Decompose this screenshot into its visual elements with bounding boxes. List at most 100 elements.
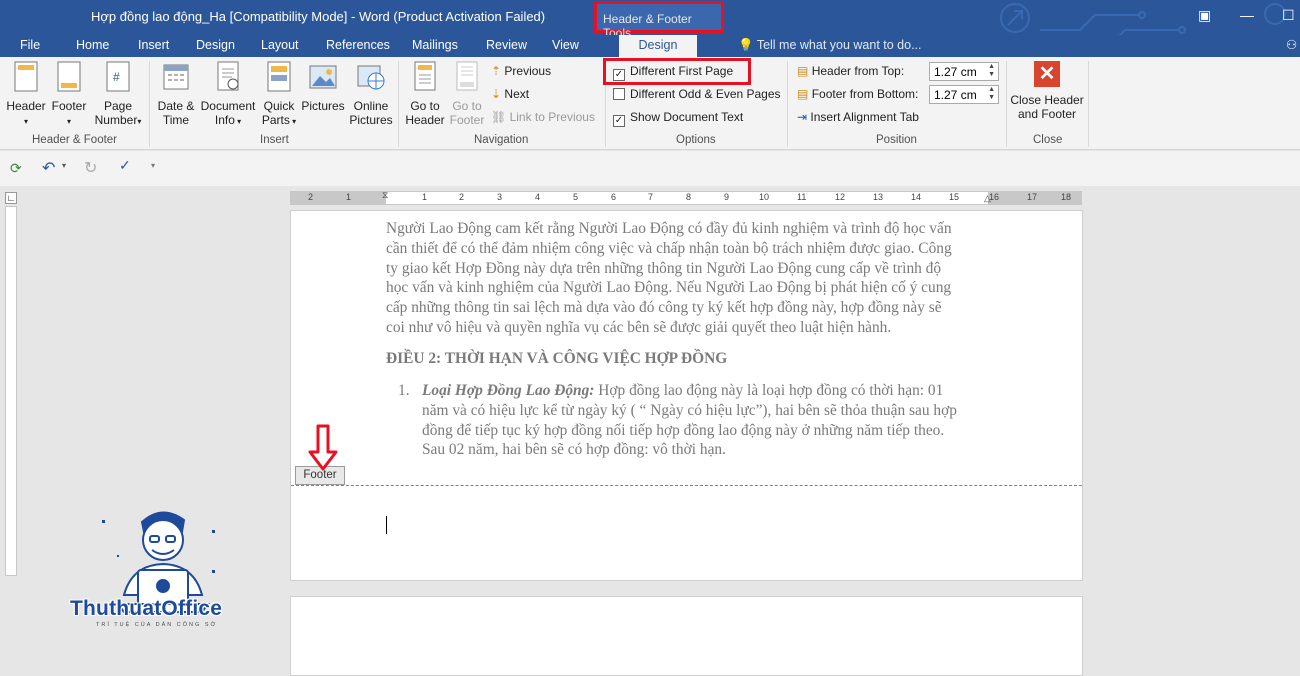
date-time-button[interactable]: Date & Time: [154, 61, 198, 127]
customize-qat-icon[interactable]: ▾: [151, 161, 155, 170]
quick-parts-button[interactable]: Quick Parts ▾: [259, 61, 299, 127]
section-heading: ĐIỀU 2: THỜI HẠN VÀ CÔNG VIỆC HỢP ĐỒNG: [386, 350, 728, 367]
picture-icon: [309, 65, 337, 89]
ruler-tick: 8: [686, 192, 692, 202]
text-line: ty giao kết Hợp Đồng này dựa trên những …: [386, 259, 942, 277]
ruler-tick: 1: [422, 192, 428, 202]
link-icon: ⛓: [491, 110, 507, 124]
redo-icon[interactable]: ↻: [84, 158, 97, 178]
text-line: Sau 02 năm, hai bên sẽ có hợp đồng: vô t…: [422, 441, 726, 459]
text-line: học vấn và kinh nghiệm của Người Lao Độn…: [386, 279, 952, 297]
goto-footer-icon: [456, 61, 478, 91]
show-document-text-checkbox[interactable]: ✓ Show Document Text: [613, 110, 743, 127]
text-line: cấp những thông tin sai lệch mà dựa vào …: [386, 299, 942, 317]
next-button[interactable]: ⇣ Next: [491, 87, 529, 101]
ribbon-tabs: File Home Insert Design Layout Reference…: [0, 35, 1300, 57]
page-number-icon: #: [106, 61, 130, 92]
goto-header-icon: [414, 61, 436, 91]
document-info-button[interactable]: Document Info ▾: [199, 61, 257, 127]
header-button[interactable]: Header ▾: [5, 61, 47, 127]
different-odd-even-checkbox[interactable]: Different Odd & Even Pages: [613, 87, 781, 101]
tab-selector-icon[interactable]: ∟: [5, 192, 17, 204]
tab-design-active[interactable]: Design: [619, 35, 697, 57]
vertical-ruler[interactable]: [5, 206, 17, 576]
ruler-tick: 18: [1061, 192, 1072, 202]
goto-header-button[interactable]: Go to Header: [403, 61, 447, 127]
right-indent-marker-icon[interactable]: △: [984, 193, 991, 204]
header-footer-tools-context: Header & Footer Tools: [594, 1, 724, 40]
horizontal-ruler[interactable]: 2 1 1 2 3 4 5 6 7 8 9 10 11 12 13 14 15 …: [290, 190, 1082, 205]
group-label-insert: Insert: [260, 134, 289, 146]
header-from-top-spinner[interactable]: 1.27 cm ▲ ▼: [929, 62, 999, 81]
quick-parts-icon: [267, 61, 291, 92]
text-line: Người Lao Động cam kết rằng Người Lao Độ…: [386, 220, 952, 237]
separator: [787, 61, 788, 147]
red-arrow-annotation-icon: [308, 424, 338, 471]
share-icon[interactable]: ⚇: [1286, 37, 1297, 52]
tab-layout[interactable]: Layout: [261, 38, 299, 52]
tab-view[interactable]: View: [552, 38, 579, 52]
online-pictures-button[interactable]: Online Pictures: [348, 61, 394, 127]
ruler-tick: 9: [724, 192, 730, 202]
quick-access-toolbar: ⟳ ↶ ▾ ↻ ✓ ▾: [0, 151, 1300, 186]
page-number-button[interactable]: # Page Number▾: [91, 61, 145, 127]
calendar-icon: [163, 64, 189, 90]
tab-mailings[interactable]: Mailings: [412, 38, 458, 52]
close-header-footer-button[interactable]: ✕ Close Header and Footer: [1009, 61, 1085, 121]
svg-text:#: #: [113, 70, 120, 84]
restore-ribbon-icon[interactable]: ▣: [1198, 7, 1211, 24]
ruler-tick: 5: [573, 192, 579, 202]
tab-file[interactable]: File: [20, 38, 40, 52]
tab-insert[interactable]: Insert: [138, 38, 169, 52]
checkbox-unchecked-icon: [613, 88, 625, 100]
footer-from-bottom-label: ▤ Footer from Bottom:: [797, 87, 919, 101]
tab-references[interactable]: References: [326, 38, 390, 52]
text-line: cần thiết để có thể đảm nhiệm công việc …: [386, 239, 952, 257]
save-icon[interactable]: ⟳: [10, 160, 22, 177]
group-label-position: Position: [876, 134, 917, 146]
previous-icon: ⇡: [491, 64, 502, 78]
tell-me-search[interactable]: 💡 Tell me what you want to do...: [738, 38, 922, 53]
footer-button[interactable]: Footer ▾: [49, 61, 89, 127]
maximize-icon[interactable]: ☐: [1282, 7, 1295, 24]
group-label-close: Close: [1033, 134, 1063, 146]
text-line: năm và có hiệu lực kể từ ngày ký ( “ Ngà…: [422, 401, 957, 419]
brand-tagline: TRÍ TUỆ CỦA DÂN CÔNG SỞ: [96, 622, 218, 628]
spinner-arrows-icon[interactable]: ▲ ▼: [988, 86, 995, 102]
body-paragraph: Người Lao Động cam kết rằng Người Lao Độ…: [386, 219, 989, 338]
insert-alignment-tab-button[interactable]: ⇥ Insert Alignment Tab: [797, 110, 919, 124]
close-icon: ✕: [1034, 61, 1060, 87]
ruler-tick: 15: [949, 192, 960, 202]
pictures-button[interactable]: Pictures: [300, 61, 346, 113]
list-number: 1.: [398, 382, 410, 399]
undo-dropdown-icon[interactable]: ▾: [62, 161, 66, 170]
separator: [149, 61, 150, 147]
footer-from-bottom-spinner[interactable]: 1.27 cm ▲ ▼: [929, 85, 999, 104]
ruler-tick: 3: [497, 192, 503, 202]
spelling-icon[interactable]: ✓: [119, 157, 131, 174]
brand-name: ThuthuatOffice: [70, 597, 223, 620]
undo-icon[interactable]: ↶: [42, 158, 55, 178]
ruler-tick: 13: [873, 192, 884, 202]
previous-button[interactable]: ⇡ Previous: [491, 64, 551, 78]
indent-marker-icon[interactable]: ⧖: [382, 190, 388, 201]
text-line: Hợp đồng lao động này là loại hợp đồng c…: [594, 382, 944, 399]
goto-footer-button[interactable]: Go to Footer: [447, 61, 487, 127]
link-to-previous-button[interactable]: ⛓ Link to Previous: [491, 110, 595, 124]
spinner-arrows-icon[interactable]: ▲ ▼: [988, 63, 995, 79]
list-item-title: Loại Hợp Đồng Lao Động:: [422, 382, 595, 399]
title-bar: Hợp đồng lao động_Ha [Compatibility Mode…: [0, 0, 1300, 51]
lightbulb-icon: 💡: [738, 38, 754, 52]
minimize-icon[interactable]: —: [1240, 7, 1254, 23]
separator: [1088, 61, 1089, 147]
page[interactable]: [290, 596, 1083, 676]
next-icon: ⇣: [491, 87, 502, 101]
tab-review[interactable]: Review: [486, 38, 527, 52]
ruler-tick: 12: [835, 192, 846, 202]
tab-design-doc[interactable]: Design: [196, 38, 235, 52]
tab-home[interactable]: Home: [76, 38, 109, 52]
header-position-icon: ▤: [797, 64, 809, 78]
footer-boundary: [291, 485, 1082, 486]
text-line: coi như vô hiệu và quyền nghĩa vụ các bê…: [386, 318, 892, 336]
ruler-tick: 4: [535, 192, 541, 202]
